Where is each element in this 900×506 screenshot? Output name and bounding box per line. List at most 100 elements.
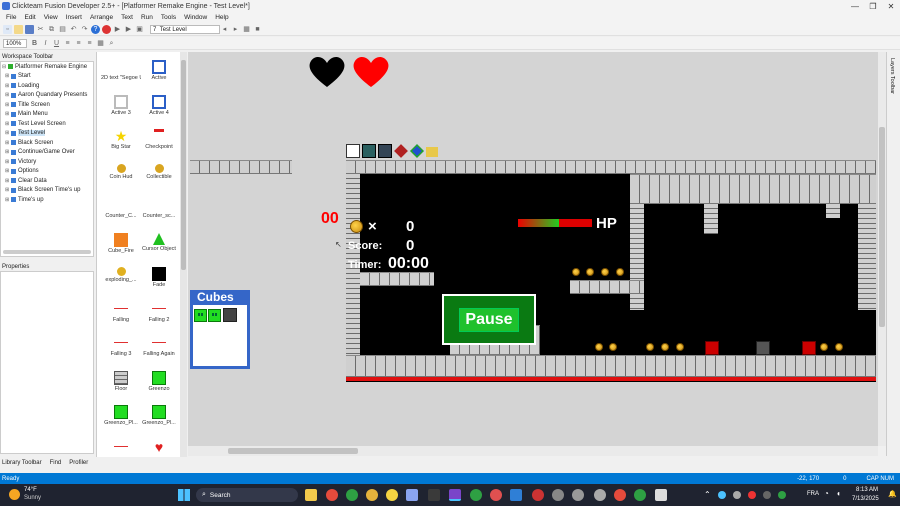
- vscode-icon[interactable]: [510, 489, 522, 501]
- menu-arrange[interactable]: Arrange: [90, 14, 113, 21]
- workspace-hscroll[interactable]: [3, 250, 91, 254]
- coin[interactable]: [646, 343, 654, 351]
- app-icon[interactable]: [406, 489, 418, 501]
- level-frame[interactable]: × 0 Score: 0 Timer: 00:00 HP Pause: [346, 160, 876, 382]
- menu-view[interactable]: View: [44, 14, 58, 21]
- fusion-icon[interactable]: [449, 489, 461, 501]
- tree-item-options[interactable]: ⊞ Options: [1, 167, 93, 177]
- brick-ledge-left[interactable]: [190, 160, 292, 174]
- timer-value[interactable]: 00:00: [388, 255, 429, 273]
- zoom-icon[interactable]: ⌕: [107, 39, 116, 48]
- tree-item-main-menu[interactable]: ⊞ Main Menu: [1, 110, 93, 120]
- object-falling-3[interactable]: Falling 3: [101, 332, 141, 368]
- tree-item-continue[interactable]: ⊞ Continue/Game Over: [1, 148, 93, 158]
- object-active[interactable]: Active: [139, 56, 179, 92]
- object-checkpoint[interactable]: Checkpoint: [139, 125, 179, 161]
- italic-icon[interactable]: I: [41, 39, 50, 48]
- run-app-icon[interactable]: ▶: [124, 25, 133, 34]
- map-icon[interactable]: [362, 144, 376, 158]
- tab-profiler[interactable]: Profiler: [69, 460, 88, 466]
- taskbar-search[interactable]: ⌕ Search: [196, 488, 298, 502]
- coin-hud-icon[interactable]: [350, 220, 363, 233]
- chrome-icon[interactable]: [470, 489, 482, 501]
- object-cube-fire[interactable]: Cube_Fire: [101, 229, 141, 265]
- prev-frame-icon[interactable]: ◂: [220, 25, 229, 34]
- volume-icon[interactable]: ◖: [836, 489, 841, 498]
- tree-item-loading[interactable]: ⊞ Loading: [1, 81, 93, 91]
- scroll-thumb[interactable]: [228, 448, 358, 454]
- object-falling-2[interactable]: Falling 2: [139, 298, 179, 334]
- input-language[interactable]: FRA: [807, 491, 819, 497]
- object-greenzo[interactable]: Greenzo: [139, 367, 179, 403]
- menu-text[interactable]: Text: [121, 14, 133, 21]
- weather-desc[interactable]: Sunny: [24, 495, 41, 501]
- camera-icon[interactable]: [378, 144, 392, 158]
- menu-run[interactable]: Run: [141, 14, 153, 21]
- paste-icon[interactable]: ▤: [58, 25, 67, 34]
- tray-chevron-icon[interactable]: ⌃: [704, 490, 711, 499]
- menu-insert[interactable]: Insert: [66, 14, 82, 21]
- scroll-thumb[interactable]: [181, 60, 186, 270]
- stop-icon[interactable]: [102, 24, 111, 34]
- help-icon[interactable]: ?: [91, 24, 100, 34]
- tab-find[interactable]: Find: [50, 460, 62, 466]
- object-active-4[interactable]: Active 4: [139, 91, 179, 127]
- settings-icon[interactable]: [572, 489, 584, 501]
- tree-item-title-screen[interactable]: ⊞ Title Screen: [1, 100, 93, 110]
- object-panel-scrollbar[interactable]: [180, 52, 187, 457]
- tray-app-icon[interactable]: [733, 491, 741, 499]
- tree-item-test-level-screen[interactable]: ⊞ Test Level Screen: [1, 119, 93, 129]
- save-icon[interactable]: [25, 24, 34, 34]
- tab-library-toolbar[interactable]: Library Toolbar: [2, 460, 42, 466]
- chrome-icon[interactable]: [346, 489, 358, 501]
- score-value[interactable]: 0: [406, 237, 414, 254]
- object-coin-hud[interactable]: Coin Hud: [101, 160, 141, 196]
- zoom-selector[interactable]: 100%: [3, 38, 27, 48]
- menu-help[interactable]: Help: [215, 14, 228, 21]
- cut-icon[interactable]: ✂: [36, 25, 45, 34]
- tree-item-black-screen[interactable]: ⊞ Black Screen: [1, 138, 93, 148]
- frame-editor[interactable]: 00 Cubes × 0 Score: 0 Timer: 00:00 HP Pa…: [188, 52, 878, 446]
- object-collectible[interactable]: Collectible: [139, 160, 179, 196]
- open-icon[interactable]: [14, 24, 23, 34]
- windows-start-icon[interactable]: [178, 489, 190, 501]
- chrome-icon[interactable]: [326, 489, 338, 501]
- frame-hscroll[interactable]: [188, 446, 878, 456]
- coin[interactable]: [676, 343, 684, 351]
- object-item-23[interactable]: ♥: [139, 436, 179, 458]
- run-frame-icon[interactable]: ▶: [113, 25, 122, 34]
- tree-item-test-level[interactable]: ⊞ Test Level: [1, 129, 93, 139]
- object-greenzo-pl[interactable]: Greenzo_Pl...: [139, 401, 179, 437]
- coin[interactable]: [601, 268, 609, 276]
- grey-block[interactable]: [756, 341, 770, 355]
- object-falling-again[interactable]: Falling Again: [139, 332, 179, 368]
- object-fade[interactable]: Fade: [139, 263, 179, 299]
- object-floor[interactable]: Floor: [101, 367, 141, 403]
- object-falling[interactable]: Falling: [101, 298, 141, 334]
- clock-time[interactable]: 8:13 AM: [856, 487, 878, 493]
- tree-item-victory[interactable]: ⊞ Victory: [1, 157, 93, 167]
- gem-red-icon[interactable]: [394, 144, 408, 158]
- maximize-button[interactable]: ❐: [864, 2, 882, 11]
- object-greenzo-pl[interactable]: Greenzo_Pl...: [101, 401, 141, 437]
- layers-toolbar-strip[interactable]: Layers Toolbar: [886, 52, 900, 456]
- underline-icon[interactable]: U: [52, 39, 61, 48]
- tree-item-times-up[interactable]: ⊞ Time's up: [1, 195, 93, 205]
- heart-red-icon[interactable]: [351, 55, 391, 89]
- close-button[interactable]: ✕: [882, 2, 900, 11]
- hp-bar[interactable]: [518, 219, 592, 227]
- copy-icon[interactable]: ⧉: [47, 25, 56, 34]
- frame-editor-icon[interactable]: ■: [253, 25, 262, 34]
- tray-app-icon[interactable]: [778, 491, 786, 499]
- tray-app-icon[interactable]: [718, 491, 726, 499]
- storyboard-icon[interactable]: ▦: [242, 25, 251, 34]
- frame-vscroll[interactable]: [878, 52, 886, 446]
- object-counter-c[interactable]: Counter_C...: [101, 194, 141, 230]
- build-icon[interactable]: ▣: [135, 25, 144, 34]
- menu-edit[interactable]: Edit: [24, 14, 35, 21]
- file-explorer-icon[interactable]: [305, 489, 317, 501]
- object-big-star[interactable]: ★ Big Star: [101, 125, 141, 161]
- coin[interactable]: [586, 268, 594, 276]
- tree-item-clear-data[interactable]: ⊞ Clear Data: [1, 176, 93, 186]
- menu-window[interactable]: Window: [184, 14, 207, 21]
